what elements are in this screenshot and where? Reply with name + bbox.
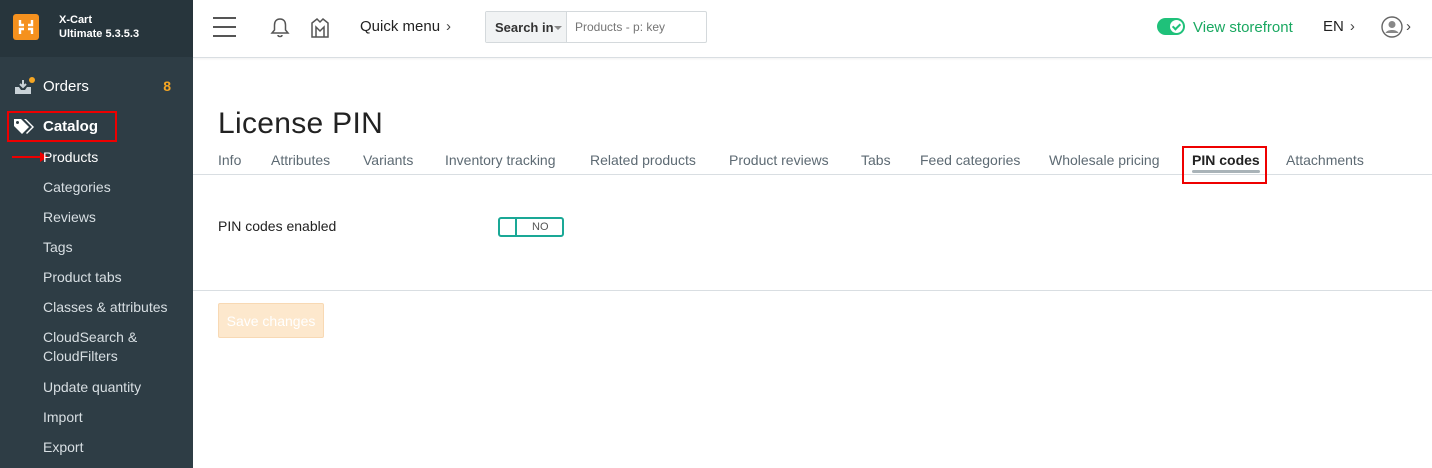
sidebar-subitem-categories[interactable]: Categories xyxy=(43,179,111,195)
sidebar-subitem-import[interactable]: Import xyxy=(43,409,83,425)
sidebar-item-label: Orders xyxy=(43,78,89,95)
sidebar-subitem-label-line2: CloudFilters xyxy=(43,348,118,364)
orders-notification-dot xyxy=(29,77,35,83)
sidebar-subitem-cloudsearch[interactable]: CloudSearch & CloudFilters xyxy=(43,329,137,364)
sidebar-item-orders[interactable]: Orders 8 xyxy=(0,72,193,102)
bell-icon[interactable] xyxy=(270,17,290,39)
xcart-logo-icon[interactable] xyxy=(13,14,39,40)
chevron-right-icon: › xyxy=(1349,18,1355,35)
sidebar-subitem-label-line1: CloudSearch & xyxy=(43,329,138,345)
sidebar-subitem-update-quantity[interactable]: Update quantity xyxy=(43,379,141,395)
tab-product-reviews[interactable]: Product reviews xyxy=(729,152,829,168)
tab-highlight-box xyxy=(1182,146,1267,184)
sidebar: X-Cart Ultimate 5.3.5.3 Orders 8 Catalog… xyxy=(0,0,193,468)
search-box: Search in xyxy=(485,11,707,43)
search-in-dropdown[interactable]: Search in xyxy=(486,12,567,42)
brand-name: X-Cart Ultimate 5.3.5.3 xyxy=(59,13,139,41)
user-avatar-icon[interactable] xyxy=(1381,16,1403,38)
menu-icon[interactable] xyxy=(213,17,236,37)
tab-wholesale-pricing[interactable]: Wholesale pricing xyxy=(1049,152,1160,168)
form-divider xyxy=(193,290,1432,291)
pin-codes-enabled-toggle[interactable]: NO xyxy=(498,217,564,237)
sidebar-subitem-reviews[interactable]: Reviews xyxy=(43,209,96,225)
orders-count-badge: 8 xyxy=(163,78,171,94)
tab-attachments[interactable]: Attachments xyxy=(1286,152,1364,168)
tab-attributes[interactable]: Attributes xyxy=(271,152,330,168)
sidebar-item-catalog[interactable]: Catalog xyxy=(7,111,117,142)
toggle-state-label: NO xyxy=(532,221,549,233)
search-input[interactable] xyxy=(568,12,702,42)
language-label: EN xyxy=(1323,18,1344,35)
search-in-label: Search in xyxy=(495,20,554,35)
tab-info[interactable]: Info xyxy=(218,152,241,168)
top-header: Quick menu › Search in View storefront EN… xyxy=(193,0,1432,58)
storefront-toggle[interactable] xyxy=(1157,18,1185,35)
quick-menu-button[interactable]: Quick menu › xyxy=(360,18,451,35)
sidebar-subitem-export[interactable]: Export xyxy=(43,439,83,455)
language-selector[interactable]: EN › xyxy=(1323,18,1355,35)
save-changes-button[interactable]: Save changes xyxy=(218,303,324,338)
sidebar-subitem-products[interactable]: Products xyxy=(43,149,98,165)
tab-feed-categories[interactable]: Feed categories xyxy=(920,152,1020,168)
view-storefront-link[interactable]: View storefront xyxy=(1193,19,1293,36)
sidebar-subitem-tags[interactable]: Tags xyxy=(43,239,73,255)
tab-variants[interactable]: Variants xyxy=(363,152,413,168)
tags-icon xyxy=(14,119,34,134)
tab-related-products[interactable]: Related products xyxy=(590,152,696,168)
caret-down-icon xyxy=(554,26,562,30)
brand-version: Ultimate 5.3.5.3 xyxy=(59,28,140,40)
chevron-right-icon[interactable]: › xyxy=(1406,18,1411,35)
pin-codes-enabled-label: PIN codes enabled xyxy=(218,218,337,234)
page-title: License PIN xyxy=(218,107,384,141)
sidebar-subitem-product-tabs[interactable]: Product tabs xyxy=(43,269,122,285)
pointer-arrow-icon xyxy=(12,152,48,162)
marketplace-icon[interactable] xyxy=(309,17,331,39)
tab-tabs[interactable]: Tabs xyxy=(861,152,891,168)
sidebar-item-label: Catalog xyxy=(43,118,99,135)
tab-inventory-tracking[interactable]: Inventory tracking xyxy=(445,152,556,168)
brand-title: X-Cart xyxy=(59,14,93,26)
sidebar-subitem-classes-attributes[interactable]: Classes & attributes xyxy=(43,299,168,315)
check-icon xyxy=(1170,20,1183,33)
brand-bar: X-Cart Ultimate 5.3.5.3 xyxy=(0,0,193,57)
quick-menu-label: Quick menu xyxy=(360,18,441,35)
toggle-handle xyxy=(515,219,517,235)
chevron-right-icon: › xyxy=(446,18,452,35)
